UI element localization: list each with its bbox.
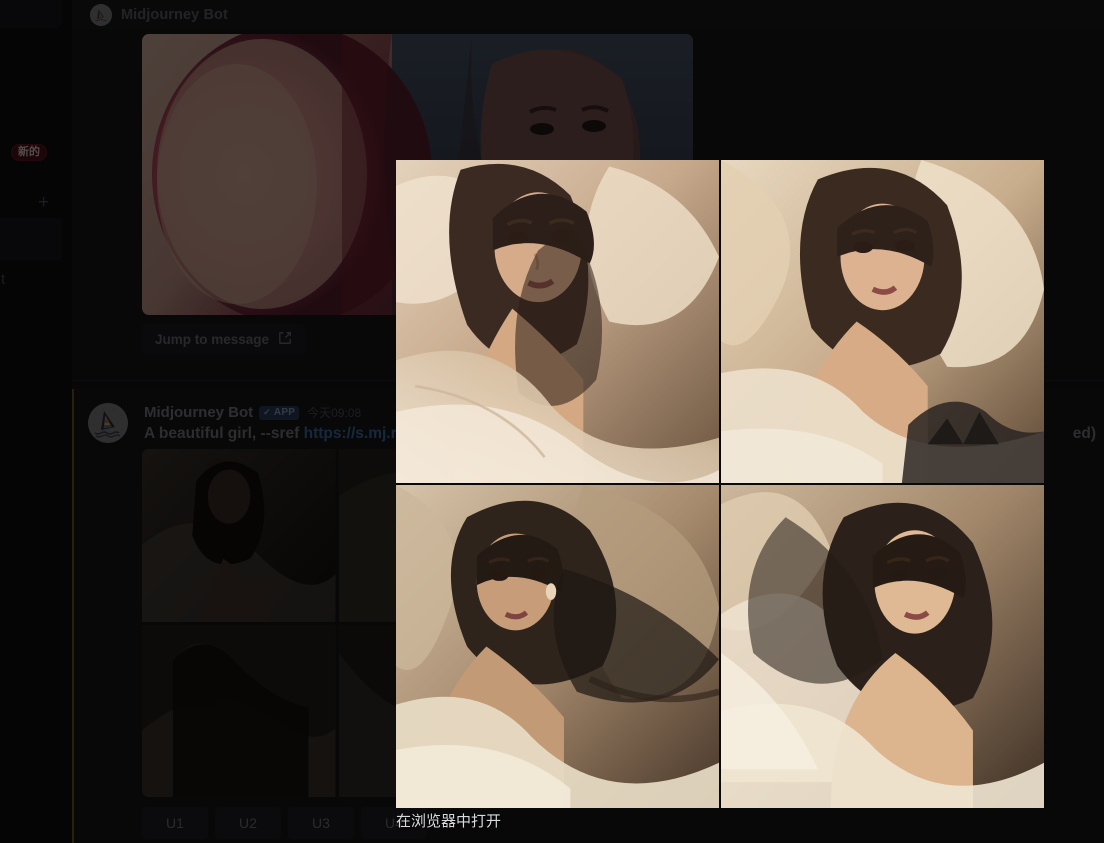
lightbox-quadrant-3 <box>396 485 719 808</box>
lightbox-quadrant-1 <box>396 160 719 483</box>
add-channel-icon[interactable]: + <box>38 193 49 212</box>
new-badge: 新的 <box>11 144 47 162</box>
message-header: Midjourney Bot ✓ APP 今天09:08 <box>144 404 361 421</box>
app-badge: ✓ APP <box>259 405 300 420</box>
upscale-button-row: U1 U2 U3 U4 <box>142 807 427 839</box>
mention-accent-bar <box>72 389 74 843</box>
jump-to-message-button[interactable]: Jump to message <box>142 324 306 354</box>
grid-image-3[interactable] <box>142 624 336 797</box>
upscale-button-u2[interactable]: U2 <box>215 807 281 839</box>
open-in-browser-label: 在浏览器中打开 <box>396 813 502 830</box>
open-in-browser-link[interactable]: 在浏览器中打开 <box>396 810 501 831</box>
discord-window: 新的 + t Midjourney Bot Jump to message Mi… <box>0 0 1104 843</box>
message-author[interactable]: Midjourney Bot <box>144 404 253 421</box>
message-prompt-link[interactable]: https://s.mj.r <box>304 425 397 442</box>
lightbox-quadrant-2 <box>721 160 1044 483</box>
sidebar-text-fragment: t <box>1 271 6 288</box>
message-author: Midjourney Bot <box>121 6 228 23</box>
message-timestamp: 今天09:08 <box>307 406 362 420</box>
sidebar-gutter <box>62 0 72 843</box>
upscale-button-u3[interactable]: U3 <box>288 807 354 839</box>
sidebar-card[interactable] <box>0 218 63 260</box>
jump-to-message-label: Jump to message <box>155 331 270 347</box>
sidebar-header[interactable] <box>0 0 62 28</box>
grid-image-1[interactable] <box>142 449 336 622</box>
lightbox-image[interactable] <box>396 160 1044 808</box>
message-prompt-tail: ed) <box>1072 425 1096 442</box>
app-badge-label: APP <box>273 406 296 418</box>
message-prompt-prefix: A beautiful girl, --sref <box>144 425 304 442</box>
verified-check-icon: ✓ <box>263 406 271 417</box>
avatar[interactable] <box>88 403 128 443</box>
avatar <box>90 3 112 26</box>
reply-reference-header[interactable]: Midjourney Bot <box>72 0 1104 29</box>
upscale-button-u1[interactable]: U1 <box>142 807 208 839</box>
lightbox-quadrant-4 <box>721 485 1044 808</box>
external-link-icon <box>278 331 292 348</box>
